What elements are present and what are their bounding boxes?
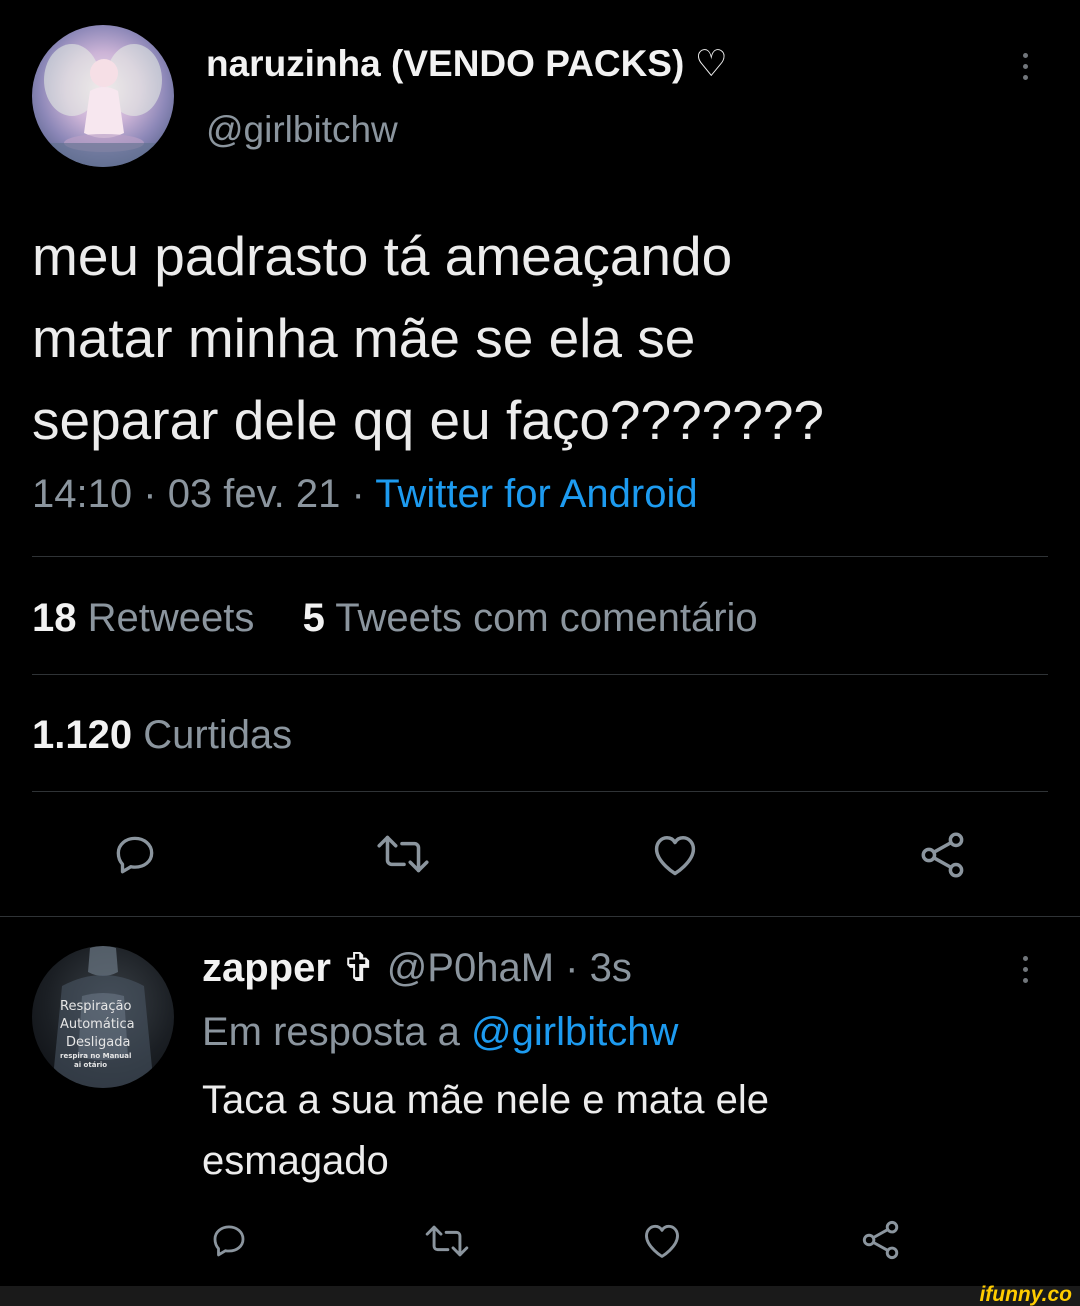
reply-context: Em resposta a @girlbitchw (202, 1010, 678, 1055)
avatar-caption-small: ai otário (74, 1061, 108, 1069)
author-handle[interactable]: @girlbitchw (206, 109, 398, 151)
retweets-count: 18 (32, 596, 77, 640)
tweet-source-link[interactable]: Twitter for Android (375, 472, 697, 516)
divider (32, 556, 1048, 557)
meta-separator: · (565, 946, 579, 990)
tweet-text-line: meu padrasto tá ameaçando (32, 225, 733, 287)
retweets-stat[interactable]: 18 Retweets (32, 596, 266, 640)
like-icon[interactable] (640, 1219, 684, 1261)
more-options-icon[interactable] (1021, 53, 1029, 80)
meta-separator: · (351, 472, 365, 516)
avatar-caption-small: respira no Manual (60, 1052, 132, 1060)
engagement-stats: 18 Retweets 5 Tweets com comentário (32, 596, 758, 641)
tweet-date: 03 fev. 21 (167, 472, 341, 516)
quotes-stat[interactable]: 5 Tweets com comentário (303, 596, 758, 640)
reply-display-name[interactable]: zapper (202, 946, 331, 990)
reply-author-avatar[interactable]: Respiração Automática Desligada respira … (32, 946, 174, 1088)
retweet-icon[interactable] (422, 1220, 472, 1262)
tweet-text-line: separar dele qq eu faço??????? (32, 389, 825, 451)
share-icon[interactable] (917, 829, 969, 881)
fairy-avatar-image (32, 44, 174, 167)
avatar-caption: Respiração (60, 999, 132, 1014)
quotes-count: 5 (302, 596, 325, 640)
likes-stat[interactable]: 1.120 Curtidas (32, 713, 292, 758)
quotes-label: Tweets com comentário (335, 596, 758, 640)
avatar-caption: Automática (60, 1017, 135, 1032)
ifunny-watermark: ifunny.co (979, 1283, 1072, 1306)
like-icon[interactable] (649, 829, 701, 879)
retweet-icon[interactable] (373, 829, 433, 879)
likes-label: Curtidas (143, 713, 293, 757)
section-divider (0, 916, 1080, 917)
reply-icon[interactable] (208, 1219, 250, 1261)
reply-header: zapper ✞ @P0haM · 3s (202, 945, 632, 991)
author-display-name[interactable]: naruzinha (VENDO PACKS) ♡ (206, 42, 728, 85)
avatar-caption: Desligada (66, 1035, 131, 1050)
reply-text: Taca a sua mãe nele e mata ele esmagado (202, 1070, 769, 1192)
retweets-label: Retweets (87, 596, 255, 640)
divider (32, 791, 1048, 792)
tweet-time: 14:10 (32, 472, 133, 516)
likes-count: 1.120 (32, 713, 133, 757)
more-options-icon[interactable] (1021, 956, 1029, 983)
meta-separator: · (143, 472, 157, 516)
watermark-bar (0, 1286, 1080, 1306)
divider (32, 674, 1048, 675)
tweet-text-line: matar minha mãe se ela se (32, 307, 696, 369)
share-icon[interactable] (859, 1218, 903, 1262)
reply-handle[interactable]: @P0haM (387, 946, 554, 990)
reply-context-prefix: Em resposta a (202, 1010, 460, 1054)
reply-text-line: Taca a sua mãe nele e mata ele (202, 1078, 770, 1122)
tweet-text: meu padrasto tá ameaçando matar minha mã… (32, 215, 824, 461)
reply-age: 3s (589, 946, 632, 990)
reply-icon[interactable] (110, 829, 160, 879)
author-avatar[interactable] (32, 25, 174, 167)
reply-to-mention[interactable]: @girlbitchw (471, 1010, 678, 1054)
tweet-meta: 14:10 · 03 fev. 21 · Twitter for Android (32, 472, 698, 517)
reply-text-line: esmagado (202, 1139, 389, 1183)
cross-badge-icon: ✞ (342, 946, 376, 990)
